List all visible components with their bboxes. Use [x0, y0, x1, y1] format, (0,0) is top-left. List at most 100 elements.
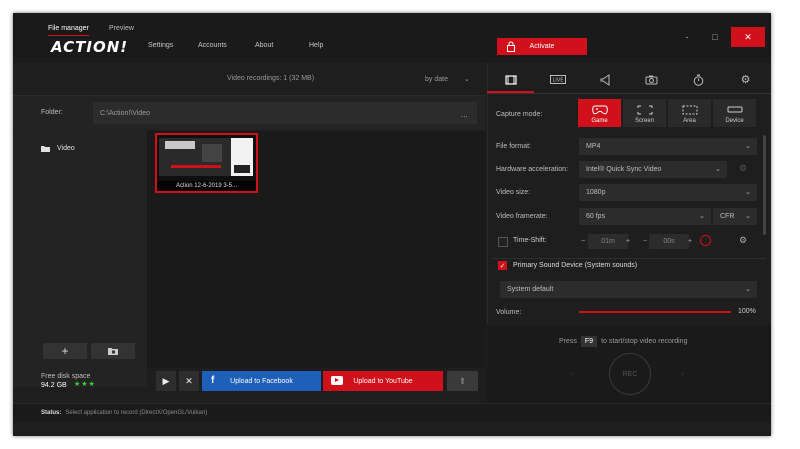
- timeshift-minutes-decrease[interactable]: −: [581, 234, 585, 249]
- mode-game-button[interactable]: Game: [578, 99, 621, 127]
- volume-label: Volume:: [496, 309, 522, 316]
- tab-screenshot[interactable]: [628, 68, 675, 91]
- close-button[interactable]: ✕: [731, 27, 765, 47]
- hotkey-hint: Press F9 to start/stop video recording: [559, 336, 687, 347]
- sound-device-select[interactable]: System default ⌄: [500, 281, 757, 298]
- timeshift-checkbox[interactable]: [498, 237, 508, 247]
- chevron-right-icon[interactable]: ›: [681, 368, 684, 378]
- timeshift-minutes-value[interactable]: 01m: [588, 234, 628, 249]
- upload-button[interactable]: ⬆: [447, 371, 478, 391]
- browse-folder-button[interactable]: ...: [461, 110, 468, 119]
- hotkey-key: F9: [580, 336, 598, 347]
- mode-label: Area: [683, 118, 696, 124]
- status-bar: Status: Select application to record (Di…: [13, 403, 771, 422]
- framerate-mode-select[interactable]: CFR ⌄: [713, 208, 757, 225]
- record-button[interactable]: REC: [609, 353, 651, 395]
- tab-preview[interactable]: Preview: [109, 25, 134, 32]
- youtube-icon: [331, 376, 343, 385]
- sound-device-label: Primary Sound Device (System sounds): [513, 262, 638, 269]
- menu-about[interactable]: About: [255, 42, 273, 49]
- gear-icon: ⚙: [740, 74, 751, 86]
- play-button[interactable]: ▶: [156, 371, 176, 391]
- video-size-select[interactable]: 1080p ⌄: [579, 184, 757, 201]
- speaker-icon: [600, 73, 609, 86]
- mode-screen-button[interactable]: Screen: [623, 99, 666, 127]
- minimize-button[interactable]: -: [673, 27, 701, 47]
- section-divider: [491, 258, 766, 259]
- app-window: ACTION! Settings Accounts About Help Act…: [13, 13, 771, 436]
- screen-icon: [637, 105, 652, 115]
- hw-accel-select[interactable]: Intel® Quick Sync Video ⌄: [579, 161, 727, 178]
- timeshift-seconds-value[interactable]: 00s: [649, 234, 689, 249]
- folder-label: Folder:: [41, 109, 63, 116]
- open-folder-button[interactable]: [91, 343, 135, 359]
- settings-scrollbar[interactable]: [763, 135, 766, 235]
- sort-dropdown[interactable]: by date ⌄: [425, 75, 470, 83]
- device-icon: [727, 106, 742, 113]
- recordings-count: Video recordings: 1 (32 MB): [227, 75, 315, 82]
- file-format-select[interactable]: MP4 ⌄: [579, 138, 757, 155]
- upload-youtube-button[interactable]: Upload to YouTube: [323, 371, 443, 391]
- tab-video-recording[interactable]: [487, 68, 534, 93]
- area-icon: [682, 105, 697, 115]
- video-size-label: Video size:: [496, 189, 531, 196]
- video-icon: [504, 74, 517, 85]
- tab-benchmark[interactable]: [675, 68, 722, 91]
- recording-thumbnail[interactable]: Action 12-6-2019 3-5...: [155, 133, 258, 193]
- lock-icon: [507, 41, 515, 52]
- menu-settings[interactable]: Settings: [148, 42, 173, 49]
- timeshift-seconds-decrease[interactable]: −: [643, 234, 647, 249]
- plus-icon: +: [61, 344, 69, 358]
- hw-accel-settings-icon[interactable]: ⚙: [739, 163, 747, 174]
- tab-divider: [487, 93, 771, 94]
- video-size-value: 1080p: [586, 189, 606, 196]
- chevron-down-icon: ⌄: [699, 213, 705, 220]
- framerate-label: Video framerate:: [496, 213, 548, 220]
- play-icon: ▶: [162, 375, 170, 386]
- timeshift-minutes-increase[interactable]: +: [626, 234, 630, 249]
- framerate-select[interactable]: 60 fps ⌄: [579, 208, 711, 225]
- sound-device-value: System default: [507, 286, 554, 293]
- capture-mode-label: Capture mode:: [496, 111, 543, 118]
- timeshift-seconds-increase[interactable]: +: [688, 234, 692, 249]
- activate-label: Activate: [529, 43, 555, 50]
- timeshift-settings-icon[interactable]: ⚙: [739, 235, 747, 246]
- hotkey-suffix: to start/stop video recording: [601, 338, 688, 345]
- activate-button[interactable]: Activate: [497, 38, 587, 55]
- delete-button[interactable]: ✕: [179, 371, 199, 391]
- menu-help[interactable]: Help: [309, 42, 323, 49]
- sidebar-item-video[interactable]: Video: [41, 145, 75, 152]
- status-text: Select application to record (DirectX/Op…: [65, 410, 208, 416]
- mode-device-button[interactable]: Device: [713, 99, 756, 127]
- tab-live-streaming[interactable]: LIVE: [534, 68, 581, 91]
- chevron-down-icon: ⌄: [715, 166, 721, 173]
- maximize-button[interactable]: □: [701, 27, 729, 47]
- sidebar-item-label: Video: [57, 145, 75, 152]
- arrow-up-icon: ⬆: [458, 375, 467, 386]
- chevron-left-icon[interactable]: ‹: [571, 368, 574, 378]
- file-format-label: File format:: [496, 143, 532, 150]
- upload-facebook-button[interactable]: f Upload to Facebook: [202, 371, 321, 391]
- mode-area-button[interactable]: Area: [668, 99, 711, 127]
- folder-icon: [41, 146, 50, 152]
- disk-space-label: Free disk space: [41, 373, 91, 380]
- framerate-value: 60 fps: [586, 213, 606, 220]
- svg-text:LIVE: LIVE: [552, 78, 563, 84]
- chevron-down-icon: ⌄: [745, 189, 751, 196]
- hw-accel-value: Intel® Quick Sync Video: [586, 166, 662, 173]
- timeshift-label: Time-Shift:: [513, 237, 547, 244]
- volume-slider[interactable]: [579, 311, 731, 313]
- folder-path-input[interactable]: C:\Action!\Video: [93, 102, 477, 124]
- checkmark-icon: ✓: [499, 262, 506, 270]
- tab-file-manager[interactable]: File manager: [48, 25, 89, 36]
- tab-settings[interactable]: ⚙: [722, 68, 769, 91]
- mode-label: Game: [591, 118, 608, 124]
- framerate-mode-value: CFR: [720, 213, 735, 220]
- timeshift-clock-icon[interactable]: [700, 235, 711, 246]
- status-label: Status:: [41, 410, 62, 416]
- sound-device-checkbox[interactable]: ✓: [498, 261, 507, 270]
- menu-accounts[interactable]: Accounts: [198, 42, 227, 49]
- disk-space-value: 94.2 GB: [41, 382, 67, 389]
- add-folder-button[interactable]: +: [43, 343, 87, 359]
- tab-audio[interactable]: [581, 68, 628, 91]
